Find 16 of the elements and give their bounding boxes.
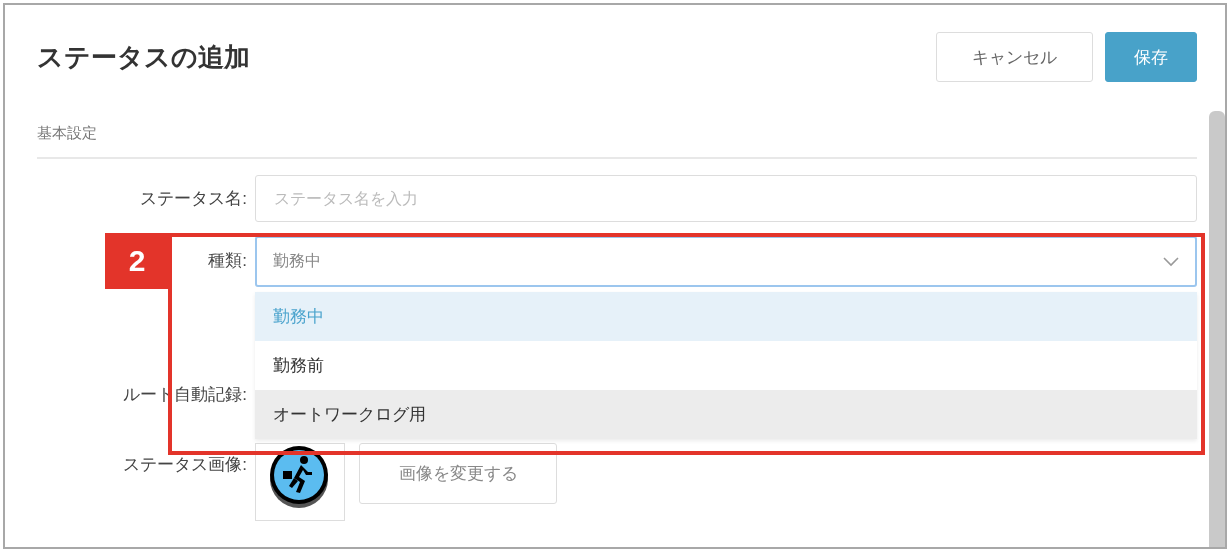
dropdown-option[interactable]: オートワークログ用 xyxy=(255,390,1197,439)
type-dropdown[interactable]: 勤務中 xyxy=(255,236,1197,287)
save-button[interactable]: 保存 xyxy=(1105,32,1197,82)
step-number: 2 xyxy=(105,233,169,289)
section-title: 基本設定 xyxy=(37,124,1197,159)
chevron-down-icon xyxy=(1163,256,1179,267)
input-field[interactable]: ステータス名を入力 xyxy=(255,175,1197,222)
scrollbar[interactable] xyxy=(1209,111,1225,547)
change-image-button[interactable]: 画像を変更する xyxy=(359,443,557,504)
dropdown-option[interactable]: 勤務中 xyxy=(255,292,1197,341)
dropdown-option[interactable]: 勤務前 xyxy=(255,341,1197,390)
dialog-title: ステータスの追加 xyxy=(37,40,251,74)
field-label: 種類: xyxy=(208,251,247,270)
cancel-button[interactable]: キャンセル xyxy=(936,32,1093,82)
field-label: ステータス画像: xyxy=(123,455,247,474)
field-label: ステータス名: xyxy=(140,189,247,208)
